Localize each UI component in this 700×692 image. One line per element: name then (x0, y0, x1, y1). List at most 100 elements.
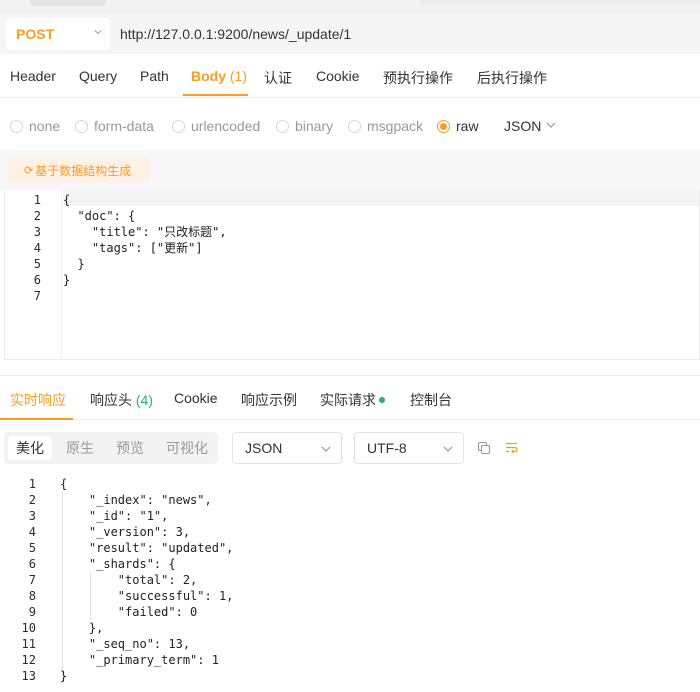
response-encoding-select[interactable]: UTF-8 (354, 432, 464, 464)
radio-dot (348, 119, 361, 133)
line-number: 4 (28, 525, 36, 539)
view-visualize[interactable]: 可视化 (158, 436, 216, 460)
tab-live-response[interactable]: 实时响应 (10, 390, 66, 410)
radio-dot (437, 119, 450, 133)
view-mode-switch: 美化 原生 预览 可视化 (4, 432, 218, 464)
view-pretty[interactable]: 美化 (8, 436, 52, 460)
tab-response-example[interactable]: 响应示例 (241, 390, 297, 410)
code-line: "successful": 1, (60, 589, 234, 603)
radio-raw[interactable]: raw (437, 118, 479, 134)
active-tab-underline (0, 418, 73, 420)
chevron-down-icon (443, 446, 453, 452)
line-number: 12 (21, 653, 36, 667)
active-tab-underline (183, 94, 248, 96)
tab-count: (4) (135, 392, 154, 408)
code-line: "doc": { (63, 209, 136, 223)
copy-icon[interactable] (476, 440, 492, 456)
select-value: JSON (245, 440, 283, 456)
chevron-down-icon (94, 30, 102, 35)
radio-binary[interactable]: binary (276, 118, 333, 134)
view-raw[interactable]: 原生 (58, 436, 102, 460)
code-line: } (60, 669, 68, 683)
method-label: POST (16, 26, 55, 42)
line-number: 1 (33, 193, 41, 207)
line-number: 10 (21, 621, 36, 635)
line-number: 11 (21, 637, 36, 651)
line-number: 2 (28, 493, 36, 507)
line-number: 5 (33, 257, 41, 271)
method-select[interactable]: POST (6, 18, 110, 50)
body-toolbar: ⟳ 基于数据结构生成 (0, 150, 700, 190)
generate-button-label: 基于数据结构生成 (35, 163, 132, 178)
tab-body-label: Body (191, 68, 226, 84)
response-body-viewer[interactable]: 1 { 2 "_index": "news", 3 "_id": "1", 4 … (0, 476, 700, 692)
code-line: }, (60, 621, 104, 635)
tab-body[interactable]: Body (1) (191, 68, 247, 84)
tab-stub-right (420, 0, 700, 4)
tab-response-cookie[interactable]: Cookie (174, 390, 218, 406)
generate-from-schema-button[interactable]: ⟳ 基于数据结构生成 (8, 158, 150, 182)
tab-response-headers[interactable]: 响应头 (4) (90, 390, 153, 410)
refresh-icon: ⟳ (24, 164, 34, 177)
radio-label: raw (456, 118, 479, 134)
code-line: "_seq_no": 13, (60, 637, 191, 651)
line-number: 5 (28, 541, 36, 555)
view-preview[interactable]: 预览 (108, 436, 152, 460)
radio-none[interactable]: none (10, 118, 60, 134)
radio-dot (75, 119, 88, 133)
tab-post-script[interactable]: 后执行操作 (477, 68, 547, 88)
code-line: "_shards": { (60, 557, 176, 571)
tab-body-count: (1) (229, 68, 248, 84)
line-number: 2 (33, 209, 41, 223)
radio-label: none (29, 118, 61, 134)
line-number: 6 (33, 273, 41, 287)
url-input[interactable]: http://127.0.0.1:9200/news/_update/1 (120, 26, 351, 42)
radio-label: binary (295, 118, 334, 134)
code-line: "_primary_term": 1 (60, 653, 219, 667)
tab-cookie[interactable]: Cookie (316, 68, 360, 84)
tab-query[interactable]: Query (79, 68, 117, 84)
tab-header[interactable]: Header (10, 68, 56, 84)
radio-form-data[interactable]: form-data (75, 118, 154, 134)
select-value: UTF-8 (367, 440, 407, 456)
line-number: 6 (28, 557, 36, 571)
code-line: "tags": ["更新"] (63, 241, 203, 255)
line-number: 7 (33, 289, 41, 303)
code-line: "title": "只改标题", (63, 225, 227, 239)
tab-console[interactable]: 控制台 (410, 390, 452, 410)
radio-msgpack[interactable]: msgpack (348, 118, 423, 134)
line-number: 1 (28, 477, 36, 491)
wrap-lines-icon[interactable] (504, 440, 520, 456)
tab-pre-script[interactable]: 预执行操作 (383, 68, 453, 88)
url-bar: POST http://127.0.0.1:9200/news/_update/… (0, 14, 700, 54)
radio-urlencoded[interactable]: urlencoded (172, 118, 260, 134)
tab-label: 实际请求 (320, 392, 376, 408)
chevron-down-icon (546, 122, 556, 128)
status-dot-icon (379, 397, 385, 404)
response-format-select[interactable]: JSON (232, 432, 342, 464)
tab-label: 响应头 (90, 392, 132, 408)
radio-dot (276, 119, 289, 133)
code-line: "total": 2, (60, 573, 198, 587)
line-number: 8 (28, 589, 36, 603)
tab-auth[interactable]: 认证 (264, 68, 292, 88)
request-tabs: Header Query Path Body (1) 认证 Cookie 预执行… (0, 56, 700, 98)
code-line: { (63, 193, 71, 207)
tab-actual-request[interactable]: 实际请求 (320, 390, 385, 410)
radio-label: form-data (94, 118, 154, 134)
tab-path[interactable]: Path (140, 68, 169, 84)
radio-label: msgpack (367, 118, 424, 134)
code-line: "_index": "news", (60, 493, 212, 507)
body-format-select[interactable]: JSON (504, 118, 541, 134)
body-type-radios: none form-data urlencoded binary msgpack… (0, 110, 700, 142)
code-line: "_version": 3, (60, 525, 191, 539)
current-line-highlight (63, 190, 699, 206)
chevron-down-icon (321, 446, 331, 452)
line-number: 9 (28, 605, 36, 619)
request-body-editor[interactable]: 1 { 2 "doc": { 3 "title": "只改标题", 4 "tag… (4, 190, 700, 360)
radio-dot (10, 119, 23, 133)
code-line: "failed": 0 (60, 605, 198, 619)
code-line: { (60, 477, 68, 491)
line-number: 13 (21, 669, 36, 683)
line-number: 4 (33, 241, 41, 255)
